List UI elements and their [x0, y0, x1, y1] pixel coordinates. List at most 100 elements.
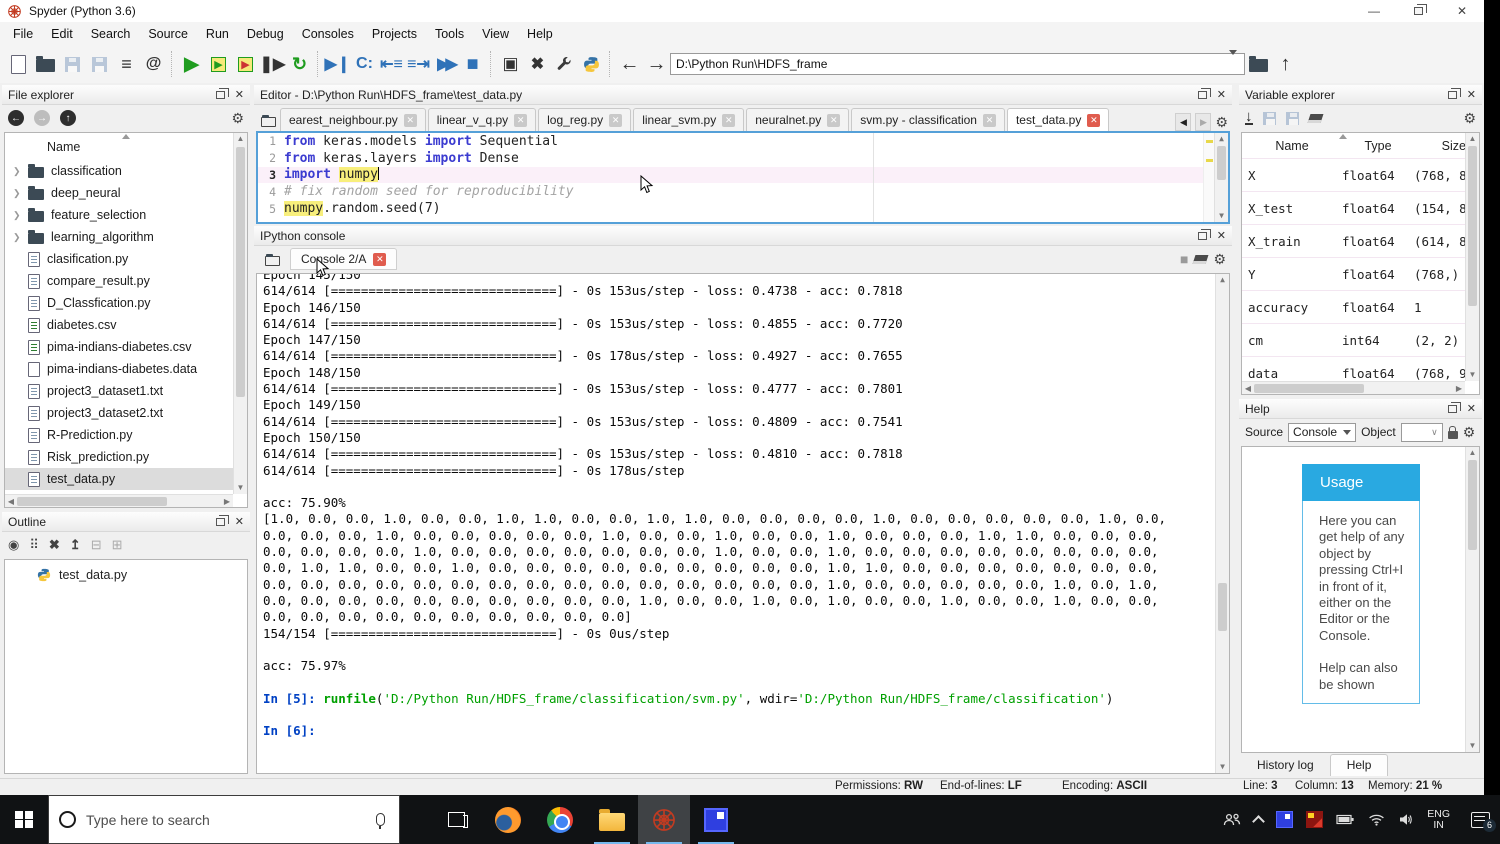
minimize-button[interactable]: — — [1352, 0, 1396, 22]
previous-tab-button[interactable]: ◀ — [1175, 113, 1192, 131]
path-dropdown-arrow[interactable] — [1229, 50, 1237, 73]
file-row-compare_result.py[interactable]: compare_result.py — [5, 270, 247, 292]
save-data-icon[interactable] — [1262, 111, 1276, 125]
menu-source[interactable]: Source — [139, 25, 197, 43]
editor-tab-earest-neighbour-py[interactable]: earest_neighbour.py ✕ — [280, 108, 426, 131]
language-indicator[interactable]: ENG IN — [1427, 808, 1450, 831]
file-row-R-Prediction.py[interactable]: R-Prediction.py — [5, 424, 247, 446]
scroll-right-arrow[interactable]: ▶ — [1453, 384, 1465, 393]
run-config-button[interactable]: @ — [140, 50, 167, 78]
file-row-learning_algorithm[interactable]: ❯ learning_algorithm — [5, 226, 247, 248]
file-row-classification[interactable]: ❯ classification — [5, 160, 247, 182]
previous-directory-button[interactable]: ← — [8, 110, 24, 126]
file-row-feature_selection[interactable]: ❯ feature_selection — [5, 204, 247, 226]
scrollbar-thumb[interactable] — [236, 147, 245, 397]
fullscreen-icon[interactable]: ✖ — [49, 537, 60, 553]
file-list-vscrollbar[interactable]: ▲ ▼ — [233, 133, 247, 494]
variable-row-X_test[interactable]: X_test float64 (154, 8 — [1242, 191, 1479, 224]
editor-options-gear-icon[interactable]: ⚙ — [1215, 114, 1228, 131]
options-gear-icon[interactable]: ⚙ — [231, 110, 244, 127]
taskbar-chrome[interactable] — [534, 795, 586, 844]
code-line-1[interactable]: 1 from keras.models import Sequential — [258, 133, 1228, 150]
menu-file[interactable]: File — [4, 25, 42, 43]
next-tab-button[interactable]: ▶ — [1195, 113, 1212, 131]
expand-chevron-icon[interactable]: ❯ — [13, 210, 21, 221]
outline-item[interactable]: test_data.py — [5, 560, 247, 582]
file-row-pima-indians-diabetes.csv[interactable]: pima-indians-diabetes.csv — [5, 336, 247, 358]
file-row-Risk_prediction.py[interactable]: Risk_prediction.py — [5, 446, 247, 468]
taskbar-search[interactable]: Type here to search — [48, 795, 400, 844]
variable-row-cm[interactable]: cm int64 (2, 2) — [1242, 323, 1479, 356]
code-line-4[interactable]: 4 # fix random seed for reproducibility — [258, 183, 1228, 200]
scroll-up-arrow[interactable]: ▲ — [1216, 274, 1229, 286]
close-panel-icon[interactable]: ✕ — [1217, 88, 1226, 101]
wifi-icon[interactable] — [1368, 813, 1385, 826]
save-all-button[interactable] — [86, 50, 113, 78]
close-panel-icon[interactable]: ✕ — [235, 515, 244, 528]
save-button[interactable] — [59, 50, 86, 78]
tools-button[interactable] — [551, 50, 578, 78]
file-row-pima-indians-diabetes.data[interactable]: pima-indians-diabetes.data — [5, 358, 247, 380]
close-button[interactable]: ✕ — [1440, 0, 1484, 22]
file-list-hscrollbar[interactable]: ◀ ▶ — [5, 494, 233, 507]
menu-search[interactable]: Search — [82, 25, 140, 43]
scroll-up-arrow[interactable]: ▲ — [1466, 133, 1479, 145]
scroll-left-arrow[interactable]: ◀ — [1242, 384, 1254, 393]
taskbar-blue-app[interactable] — [690, 795, 742, 844]
variable-row-X_train[interactable]: X_train float64 (614, 8 — [1242, 224, 1479, 257]
scroll-down-arrow[interactable]: ▼ — [1466, 740, 1479, 752]
import-data-icon[interactable]: ↓ — [1245, 109, 1253, 125]
python-button[interactable] — [578, 50, 605, 78]
close-tab-icon[interactable]: ✕ — [609, 113, 623, 127]
file-row-test_data.py[interactable]: test_data.py — [5, 468, 247, 490]
editor-vscrollbar[interactable]: ▲ ▼ — [1214, 133, 1228, 222]
run-button[interactable]: ▶ — [178, 50, 205, 78]
file-row-clasification.py[interactable]: clasification.py — [5, 248, 247, 270]
undock-icon[interactable] — [1447, 401, 1461, 413]
group-icon[interactable]: ⠿ — [29, 537, 39, 553]
scroll-up-arrow[interactable]: ▲ — [1215, 133, 1228, 145]
step-into-button[interactable]: ⇤≡ — [378, 50, 405, 78]
close-tab-icon[interactable]: ✕ — [1087, 113, 1101, 127]
step-return-button[interactable]: ≡⇥ — [405, 50, 432, 78]
follow-cursor-icon[interactable]: ↥ — [70, 537, 81, 553]
scroll-up-arrow[interactable]: ▲ — [1466, 447, 1479, 459]
browse-directory-button[interactable] — [1245, 50, 1272, 78]
undock-icon[interactable] — [1447, 87, 1461, 99]
tray-red-app-icon[interactable] — [1306, 811, 1324, 828]
variables-hscrollbar[interactable]: ◀ ▶ — [1242, 381, 1465, 394]
people-icon[interactable] — [1223, 813, 1241, 827]
run-cell-button[interactable]: ▶ — [205, 50, 232, 78]
scroll-right-arrow[interactable]: ▶ — [221, 497, 233, 506]
scroll-down-arrow[interactable]: ▼ — [1216, 761, 1229, 773]
close-panel-icon[interactable]: ✕ — [235, 88, 244, 101]
interrupt-kernel-icon[interactable]: ■ — [1180, 251, 1188, 267]
lock-icon[interactable] — [1447, 426, 1458, 439]
editor-tab-neuralnet-py[interactable]: neuralnet.py ✕ — [746, 108, 850, 131]
microphone-icon[interactable] — [376, 813, 385, 829]
undock-icon[interactable] — [215, 87, 229, 99]
scroll-up-arrow[interactable]: ▲ — [234, 133, 247, 145]
file-switcher-button[interactable]: ≡ — [113, 50, 140, 78]
column-size[interactable]: Size — [1414, 139, 1466, 153]
rerun-button[interactable]: ↻ — [286, 50, 313, 78]
scroll-down-arrow[interactable]: ▼ — [1215, 210, 1228, 222]
close-console-icon[interactable]: ✕ — [373, 252, 387, 266]
options-gear-icon[interactable]: ⚙ — [1463, 110, 1476, 127]
close-tab-icon[interactable]: ✕ — [982, 113, 996, 127]
working-directory-input[interactable] — [670, 53, 1245, 75]
show-hidden-icons-chevron[interactable] — [1252, 813, 1266, 828]
scrollbar-thumb[interactable] — [1217, 146, 1226, 180]
column-name[interactable]: Name — [1242, 139, 1342, 153]
scrollbar-thumb[interactable] — [1468, 460, 1477, 550]
editor-tab-linear-svm-py[interactable]: linear_svm.py ✕ — [633, 108, 745, 131]
debug-button[interactable]: ▶❙ — [324, 50, 351, 78]
undock-icon[interactable] — [215, 514, 229, 526]
scrollbar-thumb[interactable] — [1254, 383, 1364, 393]
go-to-cursor-icon[interactable]: ◉ — [8, 537, 19, 553]
remove-variables-icon[interactable] — [1307, 113, 1323, 123]
tab-history-log[interactable]: History log — [1241, 755, 1330, 776]
close-tab-icon[interactable]: ✕ — [514, 113, 528, 127]
menu-consoles[interactable]: Consoles — [293, 25, 363, 43]
browse-tabs-button[interactable] — [256, 109, 280, 131]
